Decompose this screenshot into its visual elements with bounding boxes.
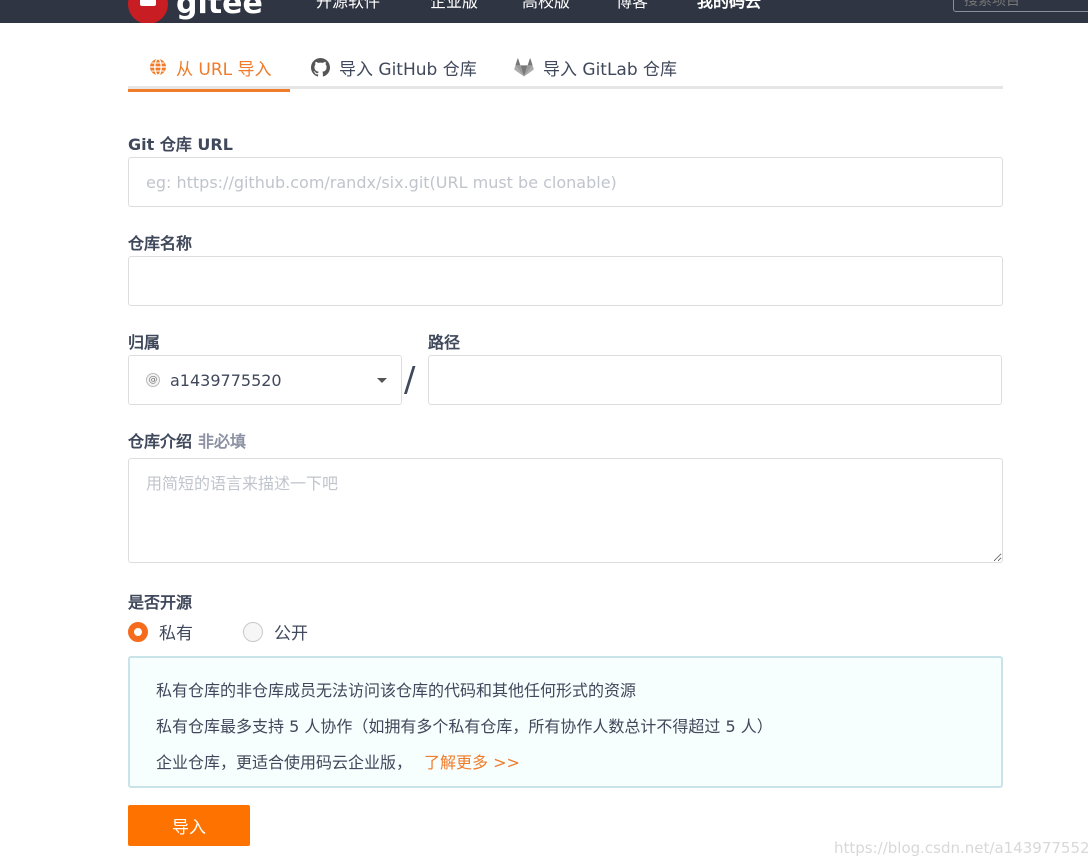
github-icon [311,57,330,77]
owner-select[interactable]: @ a1439775520 [128,355,402,405]
desc-label: 仓库介绍 非必填 [128,428,246,452]
gitlab-icon [514,57,534,76]
gitee-logo-icon [128,0,168,23]
info-line-enterprise: 企业仓库，更适合使用码云企业版， 了解更多 >> [156,749,520,773]
radio-label: 公开 [274,624,308,644]
chevron-down-icon [377,378,387,383]
tab-import-github[interactable]: 导入 GitHub 仓库 [311,45,477,89]
desc-optional-hint: 非必填 [198,432,247,451]
visibility-label: 是否开源 [128,593,193,612]
name-label: 仓库名称 [128,234,193,253]
url-label: Git 仓库 URL [128,135,233,154]
globe-icon [150,58,166,76]
path-label: 路径 [428,333,461,352]
info-line: 私有仓库最多支持 5 人协作（如拥有多个私有仓库，所有协作人数总计不得超过 5 … [156,717,773,736]
nav-education[interactable]: 高校版 [522,0,570,14]
tab-label: 导入 GitLab 仓库 [543,59,678,80]
path-separator: / [404,360,416,400]
logo-text: gitee [176,0,263,21]
tab-label: 导入 GitHub 仓库 [339,59,477,80]
repo-url-input[interactable] [128,157,1003,207]
radio-checked-icon [128,621,148,642]
search-input[interactable] [953,0,1088,12]
tab-label: 从 URL 导入 [176,59,272,80]
nav-my-gitee[interactable]: 我的码云 [697,0,761,14]
private-repo-info-box: 私有仓库的非仓库成员无法访问该仓库的代码和其他任何形式的资源 私有仓库最多支持 … [128,656,1003,788]
repo-description-textarea[interactable] [128,458,1003,563]
info-line-text: 企业仓库，更适合使用码云企业版， [156,753,413,772]
nav-open-source[interactable]: 开源软件 [316,0,380,14]
radio-private[interactable]: 私有 [128,619,193,644]
info-line: 私有仓库的非仓库成员无法访问该仓库的代码和其他任何形式的资源 [156,681,637,700]
repo-name-input[interactable] [128,256,1003,306]
top-navbar: gitee 开源软件 企业版 高校版 博客 我的码云 [0,0,1088,23]
tab-import-url[interactable]: 从 URL 导入 [128,45,290,92]
radio-label: 私有 [159,624,193,644]
import-button[interactable]: 导入 [128,805,250,846]
owner-label: 归属 [128,333,161,352]
radio-unchecked-icon [243,621,263,642]
nav-enterprise[interactable]: 企业版 [430,0,478,14]
gitee-logo[interactable]: gitee [128,0,263,23]
tab-import-gitlab[interactable]: 导入 GitLab 仓库 [514,45,677,89]
nav-blog[interactable]: 博客 [616,0,648,14]
owner-value: a1439775520 [170,370,282,390]
import-tabs: 从 URL 导入 导入 GitHub 仓库 导入 GitLab 仓库 [128,45,1003,92]
watermark: https://blog.csdn.net/a1439775520 [834,839,1088,857]
user-avatar-icon: @ [146,373,160,387]
radio-public[interactable]: 公开 [243,619,308,644]
repo-path-input[interactable] [428,355,1002,405]
desc-label-text: 仓库介绍 [128,432,193,451]
learn-more-link[interactable]: 了解更多 >> [424,753,520,772]
